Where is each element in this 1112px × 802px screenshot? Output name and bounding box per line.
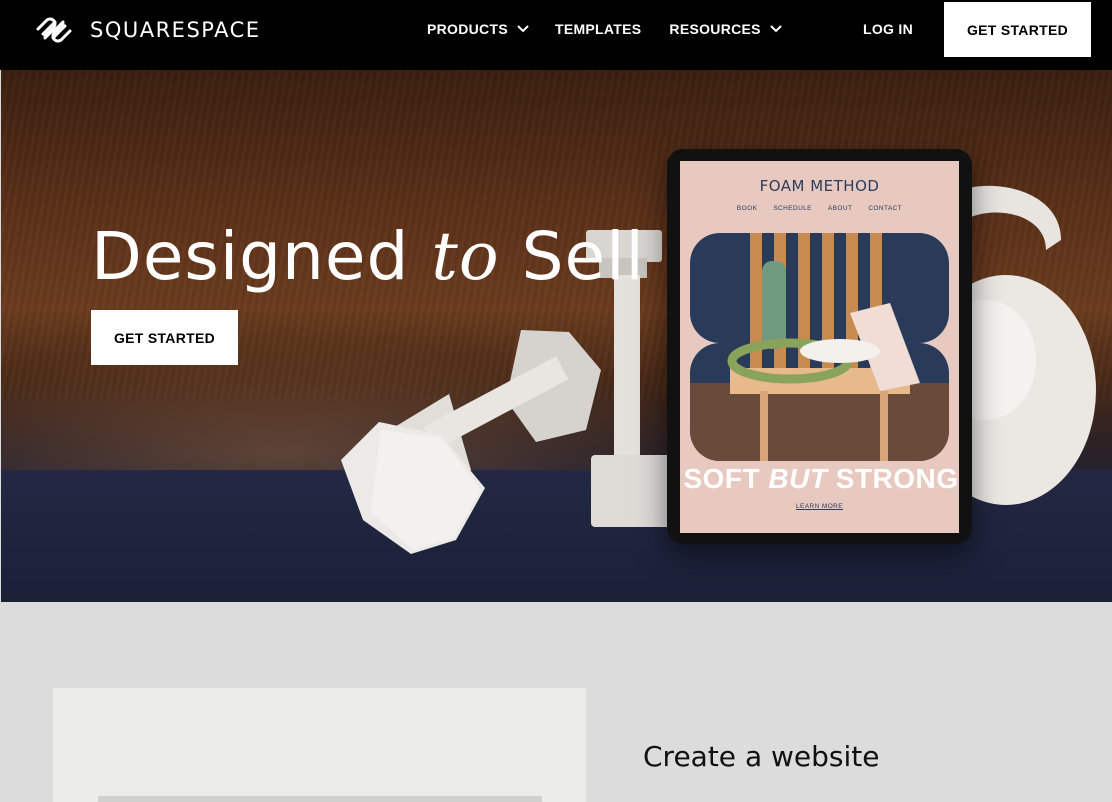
tablet-headline: SOFT BUT STRONG <box>683 463 959 494</box>
hero-heading: Designed to Sell <box>91 218 645 295</box>
nav-resources-label: RESOURCES <box>669 21 761 37</box>
tablet-learn-more-link: LEARN MORE <box>796 503 843 510</box>
hero-banner: Designed to Sell GET STARTED FOAM METHOD… <box>1 70 1112 602</box>
brand-name: SQUARESPACE <box>90 18 261 42</box>
tablet-mockup: FOAM METHOD BOOK SCHEDULE ABOUT CONTACT <box>667 149 972 544</box>
template-preview-panel <box>53 688 586 802</box>
nav-templates-label: TEMPLATES <box>554 21 642 37</box>
nav-products[interactable]: PRODUCTS <box>427 21 529 37</box>
main-menu: PRODUCTS TEMPLATES RESOURCES <box>427 21 782 37</box>
nav-products-label: PRODUCTS <box>427 21 508 37</box>
nav-resources[interactable]: RESOURCES <box>669 21 782 37</box>
tablet-menu-item: SCHEDULE <box>773 205 812 212</box>
tablet-menu-item: ABOUT <box>827 205 853 212</box>
hero-get-started-button[interactable]: GET STARTED <box>91 310 238 365</box>
preview-placeholder-bar <box>98 796 542 802</box>
login-link[interactable]: LOG IN <box>863 21 913 37</box>
top-navigation: SQUARESPACE PRODUCTS TEMPLATES RESOURCES… <box>0 0 1112 70</box>
tablet-hero-image <box>690 233 949 461</box>
get-started-button[interactable]: GET STARTED <box>944 2 1091 57</box>
squarespace-logo-icon <box>36 17 72 43</box>
brand-logo[interactable]: SQUARESPACE <box>34 14 261 46</box>
tablet-menu-item: BOOK <box>736 205 758 212</box>
section-heading: Create a website <box>643 740 880 773</box>
tablet-menu-item: CONTACT <box>868 205 903 212</box>
chevron-down-icon <box>770 25 782 33</box>
nav-templates[interactable]: TEMPLATES <box>555 21 641 37</box>
tablet-screen: FOAM METHOD BOOK SCHEDULE ABOUT CONTACT <box>680 161 959 533</box>
tablet-site-menu: BOOK SCHEDULE ABOUT CONTACT <box>680 205 959 212</box>
chevron-down-icon <box>517 25 529 33</box>
tablet-site-title: FOAM METHOD <box>759 177 880 195</box>
